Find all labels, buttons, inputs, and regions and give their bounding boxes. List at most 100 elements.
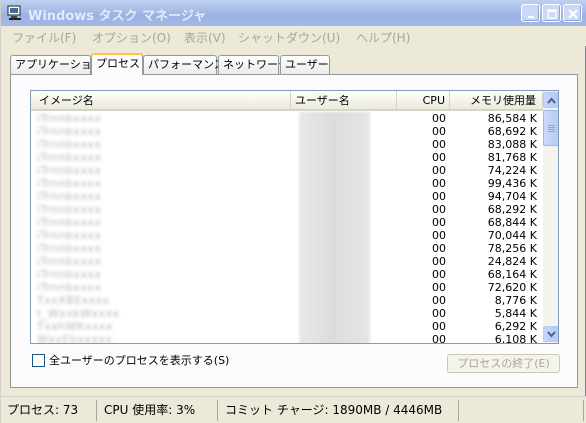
process-row[interactable]: iTrnnbxxxx 00 68,844 K (31, 216, 543, 229)
minimize-button[interactable] (521, 4, 540, 22)
process-memory: 94,704 K (487, 190, 537, 203)
process-cpu: 00 (432, 281, 446, 294)
process-row[interactable]: iTrnnbxxxx 00 70,044 K (31, 229, 543, 242)
process-row[interactable]: TxxXBExxxx 00 8,776 K (31, 294, 543, 307)
process-image-name-text: iTrnnbxxxx (37, 112, 102, 125)
process-row[interactable]: iTrnnbxxxx 00 68,692 K (31, 125, 543, 138)
process-row[interactable]: WxxEbxxxxx 00 6,108 K (31, 333, 543, 344)
status-empty-pane (462, 400, 584, 421)
process-row[interactable]: iTrnnbxxxx 00 74,224 K (31, 164, 543, 177)
process-cpu: 00 (432, 203, 446, 216)
column-header-cpu[interactable]: CPU (397, 91, 450, 111)
process-image-name: iTrnnbxxxx (37, 151, 287, 164)
vertical-scrollbar[interactable] (543, 91, 558, 343)
end-process-button[interactable]: プロセスの終了(E) (447, 354, 560, 373)
process-row[interactable]: iTrnnbxxxx 00 99,436 K (31, 177, 543, 190)
process-image-name: iTrnnbxxxx (37, 268, 287, 281)
process-image-name: iTrnnbxxxx (37, 112, 287, 125)
title-bar[interactable]: Windows タスク マネージャ (1, 0, 586, 26)
scroll-grip-line (548, 131, 555, 132)
scroll-grip-line (548, 127, 555, 128)
process-row[interactable]: TxxhWKxxxx 00 6,292 K (31, 320, 543, 333)
process-memory: 68,164 K (487, 268, 537, 281)
process-cpu: 00 (432, 268, 446, 281)
scroll-grip-line (548, 129, 555, 130)
process-image-name: iTrnnbxxxx (37, 281, 287, 294)
tab-processes[interactable]: プロセス (91, 53, 143, 75)
arrow-up-icon (547, 97, 556, 104)
process-row[interactable]: t_WxxkWxxxx 00 5,844 K (31, 307, 543, 320)
scroll-down-button[interactable] (543, 326, 558, 342)
process-image-name-text: iTrnnbxxxx (37, 138, 102, 151)
checkbox-box[interactable] (32, 354, 45, 367)
tab-applications[interactable]: アプリケーション (10, 55, 103, 74)
task-manager-window: Windows タスク マネージャ ファイル(F) オプション(O) 表示(V)… (0, 0, 586, 423)
process-image-name-text: TxxhWKxxxx (37, 320, 113, 333)
process-row[interactable]: iTrnnbxxxx 00 86,584 K (31, 112, 543, 125)
tab-strip: アプリケーション プロセス パフォーマンス ネットワーク ユーザー (10, 53, 580, 75)
task-manager-app-icon (7, 5, 21, 20)
process-cpu: 00 (432, 307, 446, 320)
process-cpu: 00 (432, 333, 446, 344)
scroll-thumb[interactable] (543, 110, 558, 146)
menu-help[interactable]: ヘルプ(H) (356, 29, 410, 46)
process-row[interactable]: iTrnnbxxxx 00 81,768 K (31, 151, 543, 164)
process-memory: 99,436 K (487, 177, 537, 190)
status-commit-charge: コミット チャージ: 1890MB / 4446MB (221, 400, 459, 421)
process-image-name: TxxXBExxxx (37, 294, 287, 307)
process-row[interactable]: iTrnnbxxxx 00 94,704 K (31, 190, 543, 203)
process-memory: 83,088 K (487, 138, 537, 151)
menu-bar: ファイル(F) オプション(O) 表示(V) シャットダウン(U) ヘルプ(H) (1, 26, 586, 46)
process-row[interactable]: iTrnnbxxxx 00 83,088 K (31, 138, 543, 151)
process-list[interactable]: イメージ名 ユーザー名 CPU メモリ使用量 iTrnnbxxxx 00 86,58… (30, 90, 559, 344)
list-header: イメージ名 ユーザー名 CPU メモリ使用量 (31, 91, 543, 111)
process-image-name-text: iTrnnbxxxx (37, 216, 102, 229)
menu-options[interactable]: オプション(O) (92, 29, 171, 46)
process-row[interactable]: iTrnnbxxxx 00 24,824 K (31, 255, 543, 268)
process-cpu: 00 (432, 190, 446, 203)
status-process-count: プロセス: 73 (3, 400, 97, 421)
close-button[interactable] (563, 4, 582, 22)
process-memory: 81,768 K (487, 151, 537, 164)
process-memory: 74,224 K (487, 164, 537, 177)
process-cpu: 00 (432, 294, 446, 307)
process-memory: 6,292 K (494, 320, 537, 333)
process-cpu: 00 (432, 138, 446, 151)
maximize-button[interactable] (542, 4, 561, 22)
tab-performance[interactable]: パフォーマンス (143, 55, 225, 74)
process-memory: 70,044 K (487, 229, 537, 242)
menu-shutdown[interactable]: シャットダウン(U) (238, 29, 340, 46)
tab-network[interactable]: ネットワーク (218, 55, 289, 74)
tab-users[interactable]: ユーザー (280, 55, 330, 74)
column-header-image-name[interactable]: イメージ名 (31, 91, 291, 111)
process-image-name-text: iTrnnbxxxx (37, 229, 102, 242)
process-image-name: iTrnnbxxxx (37, 138, 287, 151)
process-cpu: 00 (432, 151, 446, 164)
process-row[interactable]: iTrnnbxxxx 00 68,164 K (31, 268, 543, 281)
process-cpu: 00 (432, 112, 446, 125)
process-image-name-text: iTrnnbxxxx (37, 203, 102, 216)
process-image-name-text: iTrnnbxxxx (37, 125, 102, 138)
menu-file[interactable]: ファイル(F) (12, 29, 76, 46)
process-image-name-text: iTrnnbxxxx (37, 281, 102, 294)
column-header-memory[interactable]: メモリ使用量 (450, 91, 543, 111)
process-row[interactable]: iTrnnbxxxx 00 78,256 K (31, 242, 543, 255)
process-memory: 68,292 K (487, 203, 537, 216)
process-image-name: iTrnnbxxxx (37, 229, 287, 242)
process-image-name-text: iTrnnbxxxx (37, 190, 102, 203)
process-memory: 68,692 K (487, 125, 537, 138)
scroll-up-button[interactable] (543, 92, 558, 108)
process-row[interactable]: iTrnnbxxxx 00 68,292 K (31, 203, 543, 216)
process-image-name-text: WxxEbxxxxx (37, 333, 113, 344)
process-row[interactable]: iTrnnbxxxx 00 72,620 K (31, 281, 543, 294)
process-image-name: TxxhWKxxxx (37, 320, 287, 333)
close-icon (568, 9, 578, 19)
process-memory: 24,824 K (487, 255, 537, 268)
process-memory: 68,844 K (487, 216, 537, 229)
column-header-user-name[interactable]: ユーザー名 (291, 91, 397, 111)
process-cpu: 00 (432, 229, 446, 242)
process-memory: 86,584 K (487, 112, 537, 125)
minimize-icon (528, 16, 534, 18)
menu-view[interactable]: 表示(V) (184, 29, 226, 46)
process-image-name-text: iTrnnbxxxx (37, 242, 102, 255)
